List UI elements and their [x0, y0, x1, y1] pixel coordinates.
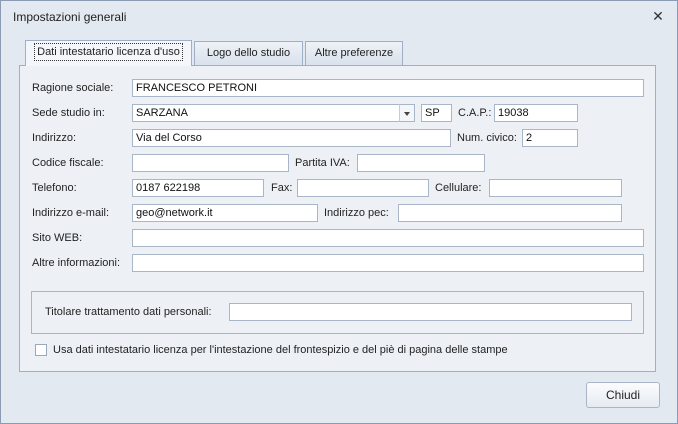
- ragione-sociale-label: Ragione sociale:: [32, 82, 114, 94]
- usa-dati-checkbox[interactable]: [35, 344, 47, 356]
- ragione-sociale-field[interactable]: FRANCESCO PETRONI: [132, 79, 644, 97]
- codice-fiscale-field[interactable]: [132, 154, 289, 172]
- tab-label: Logo dello studio: [206, 47, 291, 59]
- telefono-label: Telefono:: [32, 182, 77, 194]
- altre-informazioni-label: Altre informazioni:: [32, 257, 121, 269]
- sito-web-field[interactable]: [132, 229, 644, 247]
- chiudi-button[interactable]: Chiudi: [586, 382, 660, 408]
- titolare-field[interactable]: [229, 303, 632, 321]
- partita-iva-field[interactable]: [357, 154, 485, 172]
- pec-field[interactable]: [398, 204, 622, 222]
- window-title: Impostazioni generali: [13, 10, 127, 24]
- tab-logo-studio[interactable]: Logo dello studio: [194, 41, 303, 65]
- settings-dialog: Impostazioni generali ✕ Dati intestatari…: [0, 0, 678, 424]
- num-civico-label: Num. civico:: [457, 132, 517, 144]
- usa-dati-label: Usa dati intestatario licenza per l'inte…: [53, 344, 508, 356]
- sede-studio-label: Sede studio in:: [32, 107, 105, 119]
- cap-label: C.A.P.:: [458, 107, 492, 119]
- title-bar: Impostazioni generali ✕: [1, 1, 677, 31]
- titolare-label: Titolare trattamento dati personali:: [45, 306, 212, 318]
- sede-studio-combo[interactable]: SARZANA: [132, 104, 400, 122]
- sito-web-label: Sito WEB:: [32, 232, 83, 244]
- altre-informazioni-field[interactable]: [132, 254, 644, 272]
- num-civico-field[interactable]: 2: [522, 129, 578, 147]
- fax-field[interactable]: [297, 179, 429, 197]
- cellulare-label: Cellulare:: [435, 182, 482, 194]
- cellulare-field[interactable]: [489, 179, 622, 197]
- partita-iva-label: Partita IVA:: [295, 157, 350, 169]
- tab-label: Dati intestatario licenza d'uso: [34, 43, 183, 61]
- indirizzo-field[interactable]: Via del Corso: [132, 129, 451, 147]
- indirizzo-label: Indirizzo:: [32, 132, 77, 144]
- tab-altre-preferenze[interactable]: Altre preferenze: [305, 41, 403, 65]
- cap-field[interactable]: 19038: [494, 104, 578, 122]
- chevron-down-icon[interactable]: [399, 104, 415, 122]
- email-label: Indirizzo e-mail:: [32, 207, 110, 219]
- tab-label: Altre preferenze: [314, 47, 394, 59]
- fax-label: Fax:: [271, 182, 293, 194]
- pec-label: Indirizzo pec:: [324, 207, 389, 219]
- close-icon[interactable]: ✕: [650, 8, 666, 24]
- email-field[interactable]: geo@network.it: [132, 204, 318, 222]
- telefono-field[interactable]: 0187 622198: [132, 179, 264, 197]
- tab-dati-intestatario[interactable]: Dati intestatario licenza d'uso: [25, 40, 192, 66]
- codice-fiscale-label: Codice fiscale:: [32, 157, 104, 169]
- provincia-field[interactable]: SP: [421, 104, 452, 122]
